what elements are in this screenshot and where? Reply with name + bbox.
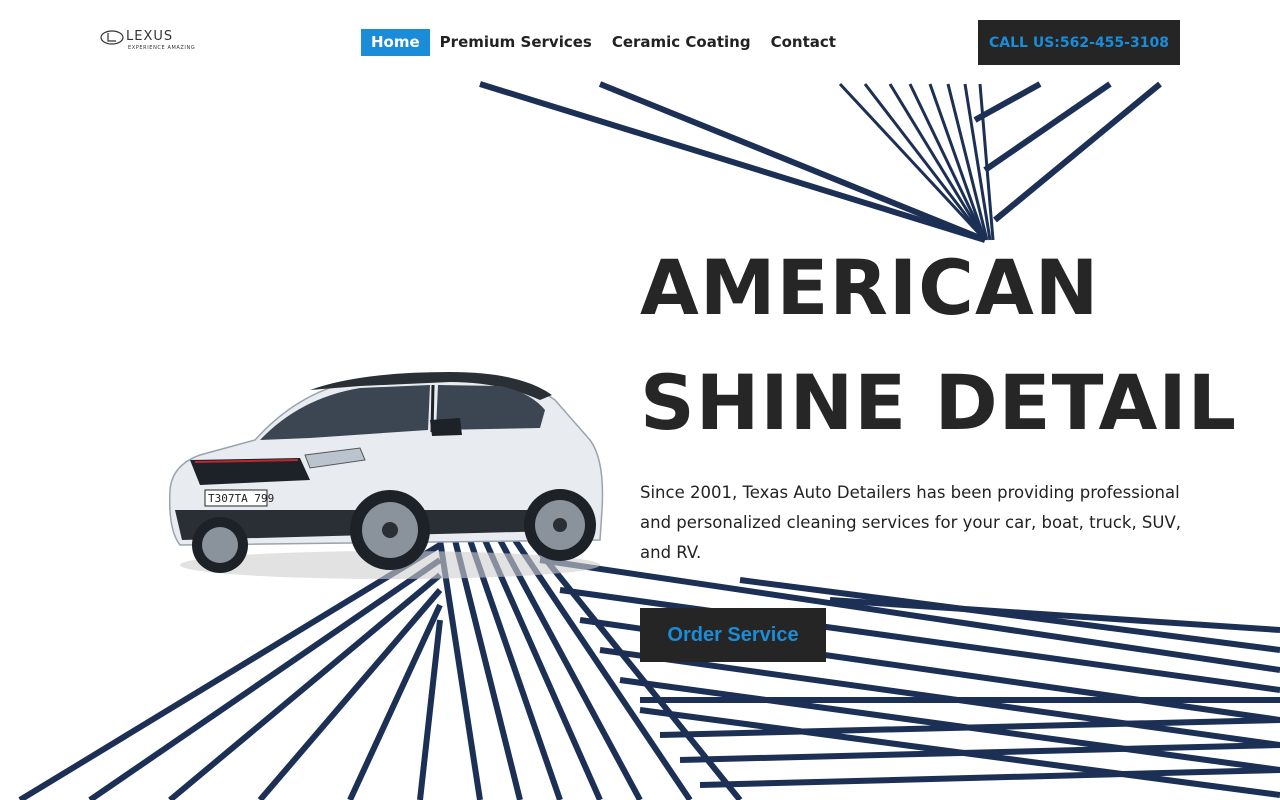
landing-page: LEXUS EXPERIENCE AMAZING Home Premium Se… — [0, 0, 1280, 800]
main-nav: Home Premium Services Ceramic Coating Co… — [361, 29, 846, 56]
hero-description: Since 2001, Texas Auto Detailers has bee… — [640, 483, 1182, 562]
hero-title-line-2: SHINE DETAIL — [640, 358, 1238, 447]
hero-title-line-1: AMERICAN — [640, 243, 1100, 332]
nav-item-premium-services[interactable]: Premium Services — [430, 29, 602, 56]
logo-wordmark: LEXUS — [126, 29, 174, 44]
order-service-button[interactable]: Order Service — [640, 608, 826, 662]
site-header: LEXUS EXPERIENCE AMAZING Home Premium Se… — [0, 0, 1280, 84]
nav-item-home[interactable]: Home — [361, 29, 430, 56]
call-us-button[interactable]: CALL US:562-455-3108 — [978, 20, 1180, 65]
logo-tagline: EXPERIENCE AMAZING — [128, 45, 196, 51]
brand-logo[interactable]: LEXUS EXPERIENCE AMAZING — [100, 28, 210, 54]
license-plate: T307TA 799 — [208, 492, 274, 505]
hero-title: AMERICAN SHINE DETAIL — [640, 230, 1260, 460]
lexus-logo-icon — [100, 30, 124, 45]
nav-item-ceramic-coating[interactable]: Ceramic Coating — [602, 29, 761, 56]
nav-item-contact[interactable]: Contact — [761, 29, 846, 56]
hero-car-image: T307TA 799 — [168, 372, 604, 579]
